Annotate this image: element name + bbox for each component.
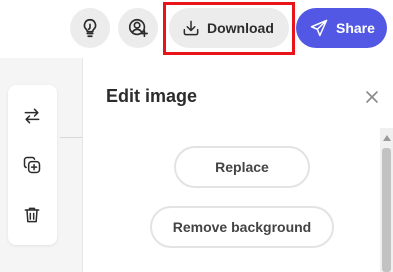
send-icon xyxy=(310,19,328,37)
swap-icon xyxy=(24,108,40,124)
duplicate-icon xyxy=(23,156,41,174)
invite-button[interactable] xyxy=(118,8,158,48)
download-button[interactable]: Download xyxy=(169,8,289,48)
trash-icon xyxy=(24,207,40,223)
duplicate-button[interactable] xyxy=(20,153,44,177)
panel-title: Edit image xyxy=(106,86,198,106)
scroll-up-arrow[interactable] xyxy=(383,135,391,141)
share-label: Share xyxy=(336,20,375,36)
side-toolbar xyxy=(8,85,57,245)
scrollbar-thumb[interactable] xyxy=(382,148,391,272)
replace-button[interactable]: Replace xyxy=(174,146,310,188)
remove-background-button[interactable]: Remove background xyxy=(150,206,334,248)
divider xyxy=(60,137,82,138)
top-bar: Download Share xyxy=(0,0,393,58)
delete-button[interactable] xyxy=(20,203,44,227)
edit-image-panel: Edit image Replace Remove background xyxy=(82,58,393,272)
close-icon[interactable] xyxy=(364,89,380,105)
download-icon xyxy=(183,20,199,36)
download-label: Download xyxy=(207,20,274,36)
swap-button[interactable] xyxy=(20,104,44,128)
add-person-icon xyxy=(128,18,148,38)
ideas-button[interactable] xyxy=(70,8,110,48)
share-button[interactable]: Share xyxy=(296,8,387,48)
lightbulb-icon xyxy=(83,18,97,38)
